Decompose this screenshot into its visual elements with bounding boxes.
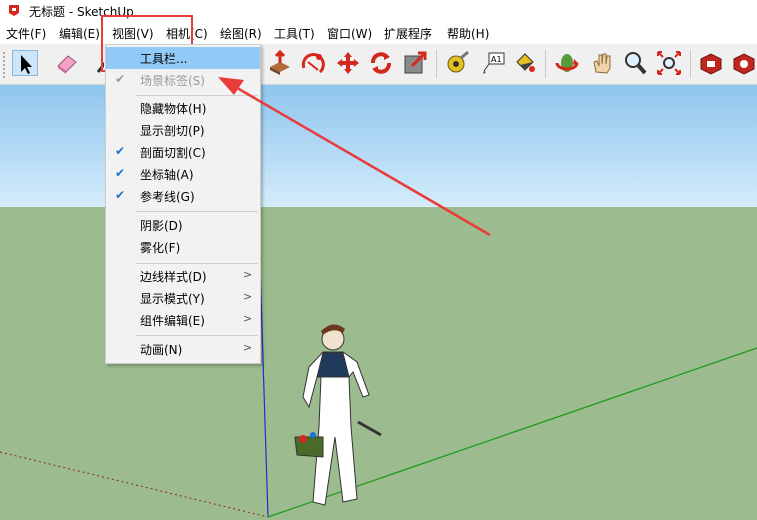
chevron-right-icon: >: [243, 268, 253, 281]
menu-file[interactable]: 文件(F): [6, 25, 46, 42]
toolbar-separator: [545, 50, 546, 78]
scale-icon[interactable]: [402, 50, 428, 76]
chevron-right-icon: >: [243, 341, 253, 354]
menu-item-label: 显示剖切(P): [140, 124, 205, 138]
menu-item-scene-tabs: ✔ 场景标签(S): [106, 69, 260, 91]
menu-item-label: 参考线(G): [140, 190, 195, 204]
menu-item-fog[interactable]: 雾化(F): [106, 236, 260, 258]
menu-item-label: 动画(N): [140, 343, 183, 357]
menu-item-label: 隐藏物体(H): [140, 102, 207, 116]
menu-item-label: 边线样式(D): [140, 270, 207, 284]
menu-item-section-planes[interactable]: 显示剖切(P): [106, 119, 260, 141]
chevron-right-icon: >: [243, 312, 253, 325]
toolbar-separator: [436, 50, 437, 78]
menu-separator: [136, 263, 258, 264]
menu-separator: [136, 211, 258, 212]
orbit-icon[interactable]: [554, 50, 580, 76]
zoom-extents-icon[interactable]: [656, 50, 682, 76]
menu-item-hidden-geometry[interactable]: 隐藏物体(H): [106, 97, 260, 119]
menu-item-axes[interactable]: ✔ 坐标轴(A): [106, 163, 260, 185]
red-axis-dotted: [0, 451, 269, 518]
menu-window[interactable]: 窗口(W): [327, 25, 372, 42]
move-icon[interactable]: [335, 50, 361, 76]
view-menu-dropdown: 工具栏... ✔ 场景标签(S) 隐藏物体(H) 显示剖切(P) ✔ 剖面切割(…: [105, 44, 261, 364]
menu-item-label: 工具栏...: [140, 52, 188, 66]
extension-warehouse-icon[interactable]: [731, 50, 757, 76]
text-icon[interactable]: A1: [480, 50, 506, 76]
menu-separator: [136, 335, 258, 336]
menu-item-label: 坐标轴(A): [140, 168, 194, 182]
menu-item-label: 雾化(F): [140, 241, 181, 255]
menu-edit[interactable]: 编辑(E): [59, 25, 100, 42]
eraser-icon[interactable]: [54, 50, 80, 76]
check-icon: ✔: [115, 166, 126, 180]
menu-item-label: 场景标签(S): [140, 74, 205, 88]
menu-item-edge-style[interactable]: 边线样式(D) >: [106, 265, 260, 287]
follow-me-icon[interactable]: [300, 50, 326, 76]
menu-item-label: 组件编辑(E): [140, 314, 205, 328]
menu-item-animation[interactable]: 动画(N) >: [106, 338, 260, 360]
3d-warehouse-icon[interactable]: [698, 50, 724, 76]
push-pull-icon[interactable]: [267, 50, 293, 76]
menu-item-toolbars[interactable]: 工具栏...: [106, 47, 260, 69]
blue-axis: [259, 264, 269, 518]
menu-draw[interactable]: 绘图(R): [220, 25, 262, 42]
menu-help[interactable]: 帮助(H): [447, 25, 489, 42]
menu-item-shadows[interactable]: 阴影(D): [106, 214, 260, 236]
select-icon[interactable]: [12, 50, 38, 76]
zoom-icon[interactable]: [622, 50, 648, 76]
menu-item-component-edit[interactable]: 组件编辑(E) >: [106, 309, 260, 331]
menu-item-label: 阴影(D): [140, 219, 183, 233]
menu-extensions[interactable]: 扩展程序: [384, 25, 432, 42]
menu-item-face-style[interactable]: 显示模式(Y) >: [106, 287, 260, 309]
tape-measure-icon[interactable]: [445, 50, 471, 76]
check-icon: ✔: [115, 144, 126, 158]
toolbar-separator: [690, 50, 691, 78]
toolbar-grip[interactable]: [3, 52, 9, 78]
pan-icon[interactable]: [589, 50, 615, 76]
menu-item-section-cuts[interactable]: ✔ 剖面切割(C): [106, 141, 260, 163]
menu-item-label: 显示模式(Y): [140, 292, 205, 306]
check-icon: ✔: [115, 188, 126, 202]
sketchup-logo-icon: [9, 5, 19, 16]
scale-figure: [294, 324, 382, 506]
svg-text:A1: A1: [491, 55, 502, 64]
rotate-icon[interactable]: [368, 50, 394, 76]
menu-item-label: 剖面切割(C): [140, 146, 206, 160]
chevron-right-icon: >: [243, 290, 253, 303]
menu-separator: [136, 95, 258, 96]
menu-item-guides[interactable]: ✔ 参考线(G): [106, 185, 260, 207]
menu-tools[interactable]: 工具(T): [274, 25, 315, 42]
paint-bucket-icon[interactable]: [512, 50, 538, 76]
check-icon: ✔: [115, 72, 126, 86]
